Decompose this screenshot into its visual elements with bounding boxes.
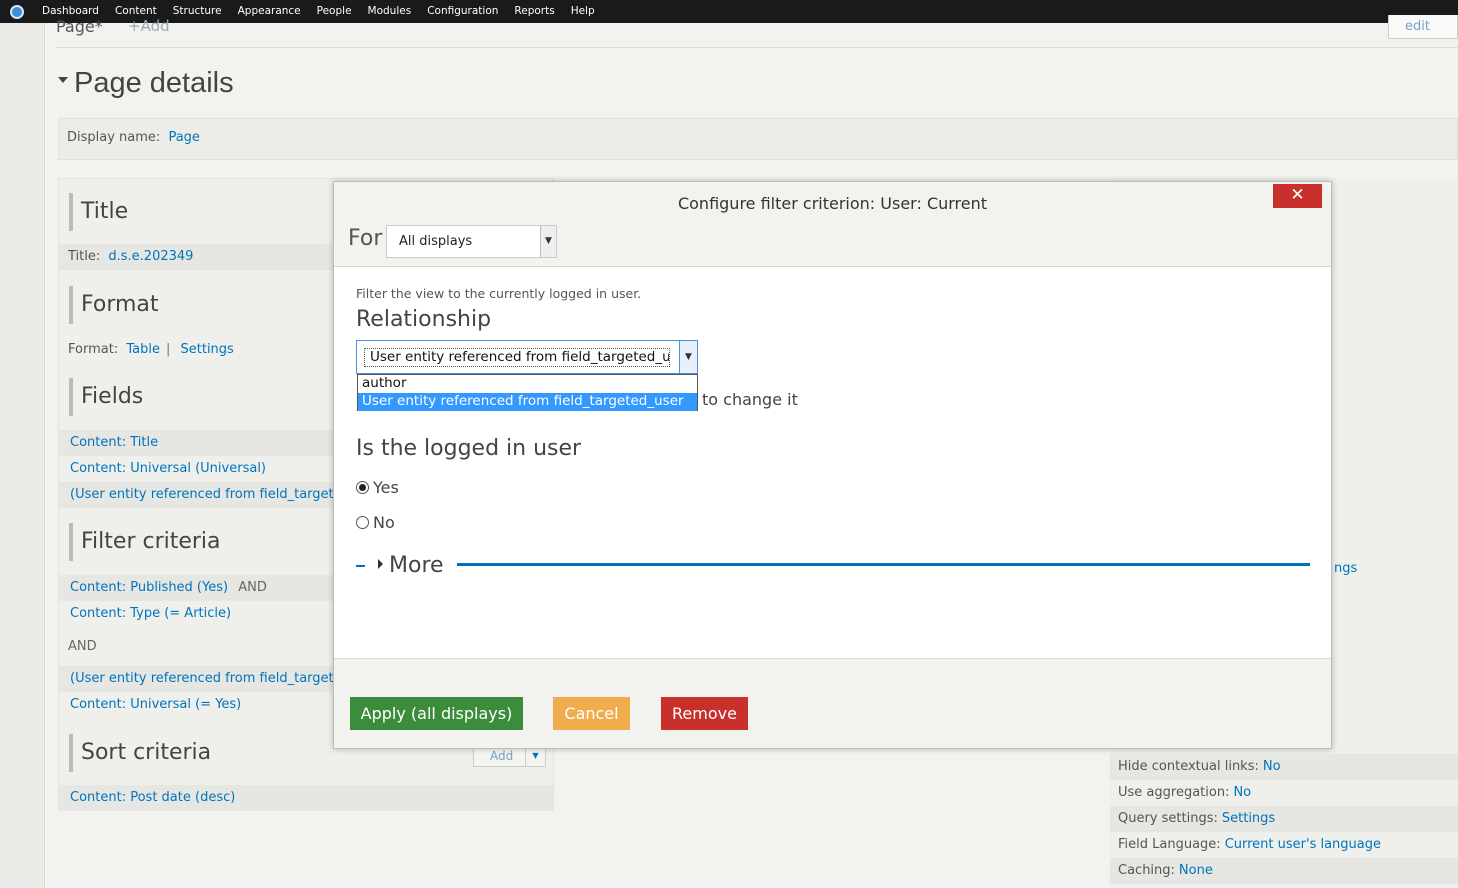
toolbar-modules[interactable]: Modules [360,0,420,23]
radio-no-label: No [373,513,395,532]
dialog-footer: Apply (all displays) Cancel Remove [334,658,1331,748]
format-section-heading: Format [69,286,159,324]
toolbar-structure[interactable]: Structure [165,0,230,23]
collapse-triangle-icon [58,77,68,84]
dash-icon [356,565,365,567]
radio-yes[interactable] [356,481,369,494]
dialog-title: Configure filter criterion: User: Curren… [677,194,988,213]
filter-link[interactable]: Content: Type (= Article) [68,606,231,621]
tab-page[interactable]: Page* [56,17,103,36]
cancel-button[interactable]: Cancel [553,697,630,730]
display-name-link[interactable]: Page [168,130,199,145]
filter-link[interactable]: Content: Universal (= Yes) [68,697,241,712]
more-divider [457,563,1310,566]
relationship-selected-value: User entity referenced from field_target… [364,348,670,367]
left-gutter [0,23,45,888]
relationship-dropdown-list: author User entity referenced from field… [357,374,698,411]
more-toggle[interactable]: More [378,553,444,578]
close-button[interactable]: ✕ [1273,184,1322,208]
right-setting-link[interactable]: No [1263,759,1281,774]
dropdown-option-author[interactable]: author [358,375,697,393]
more-fieldset: More [356,552,1310,582]
field-link[interactable]: Content: Universal (Universal) [68,461,266,476]
expand-triangle-icon [378,559,383,569]
display-tabs: Page* +Add edit view [56,15,1458,48]
for-displays-select[interactable]: All displays ▼ [386,225,557,258]
toolbar-configuration[interactable]: Configuration [419,0,506,23]
change-it-text: to change it [702,390,798,409]
chevron-down-icon[interactable]: ▼ [540,226,556,257]
toolbar-help[interactable]: Help [563,0,603,23]
filter-and: AND [238,580,267,595]
filter-link[interactable]: Content: Published (Yes) [68,580,228,595]
right-setting-row: Use aggregation: No [1118,785,1252,800]
edit-view-button[interactable]: edit view [1388,15,1458,39]
right-setting-row: Hide contextual links: No [1110,754,1458,780]
display-name-label: Display name: [67,130,161,145]
toolbar-appearance[interactable]: Appearance [230,0,309,23]
right-setting-link[interactable]: Current user's language [1225,837,1381,852]
display-name-bar: Display name: Page [58,118,1458,160]
configure-filter-dialog: Configure filter criterion: User: Curren… [333,181,1332,749]
right-setting-row: Field Language: Current user's language [1118,837,1382,852]
dialog-header: Configure filter criterion: User: Curren… [334,182,1331,267]
remove-button[interactable]: Remove [661,697,748,730]
sort-link[interactable]: Content: Post date (desc) [68,790,235,805]
title-section-heading: Title [69,193,128,231]
fields-section-heading: Fields [69,378,143,416]
logged-in-user-label: Is the logged in user [356,436,582,461]
radio-no-row[interactable]: No [356,513,395,532]
filter-section-heading: Filter criteria [69,523,221,561]
for-label: For [348,226,383,251]
field-link[interactable]: (User entity referenced from field_targe… [68,487,356,502]
format-settings-link[interactable]: Settings [181,342,234,357]
relationship-select[interactable]: User entity referenced from field_target… [356,340,698,374]
chevron-down-icon[interactable]: ▼ [525,746,545,766]
filter-description: Filter the view to the currently logged … [356,286,642,301]
toolbar-reports[interactable]: Reports [506,0,562,23]
field-link[interactable]: Content: Title [68,435,158,450]
toolbar-people[interactable]: People [309,0,360,23]
radio-yes-row[interactable]: Yes [356,478,399,497]
close-icon: ✕ [1290,185,1305,205]
relationship-label: Relationship [356,307,492,332]
drupal-logo-icon[interactable] [0,0,34,23]
chevron-down-icon[interactable]: ▼ [679,341,697,373]
title-link[interactable]: d.s.e.202349 [108,249,193,264]
title-label: Title: [68,249,101,264]
sort-section-heading: Sort criteria [69,734,211,772]
radio-no[interactable] [356,516,369,529]
admin-toolbar: Dashboard Content Structure Appearance P… [0,0,1458,23]
right-setting-row: Query settings: Settings [1110,806,1458,832]
right-setting-link[interactable]: None [1179,863,1213,878]
radio-yes-label: Yes [373,478,399,497]
dropdown-option-user-entity[interactable]: User entity referenced from field_target… [358,393,697,411]
filter-link[interactable]: (User entity referenced from field_targe… [68,671,356,686]
format-label: Format: [68,342,119,357]
right-setting-row: Caching: None [1110,858,1458,884]
tab-add[interactable]: +Add [128,17,170,35]
apply-button[interactable]: Apply (all displays) [350,697,523,730]
format-table-link[interactable]: Table [126,342,160,357]
right-setting-link[interactable]: Settings [1222,811,1275,826]
page-details-heading[interactable]: Page details [58,67,234,100]
sort-row: Content: Post date (desc) [59,785,553,811]
right-setting-link[interactable]: No [1233,785,1251,800]
